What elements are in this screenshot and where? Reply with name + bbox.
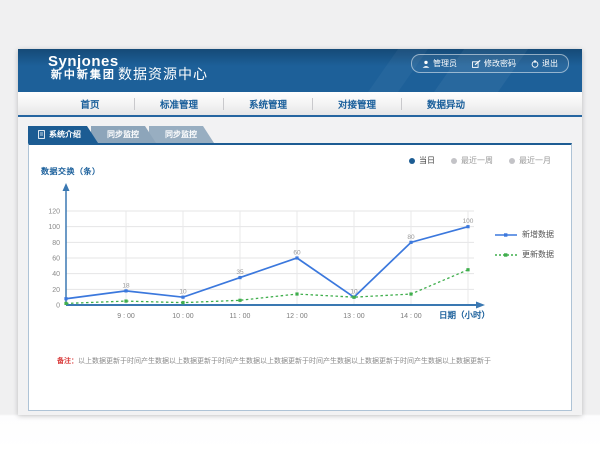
chart-legend: 新增数据更新数据 <box>495 229 554 260</box>
power-icon <box>531 60 539 68</box>
legend-label: 更新数据 <box>522 249 554 260</box>
user-icon <box>422 60 430 68</box>
logout-label: 退出 <box>542 58 558 69</box>
svg-text:10: 10 <box>179 289 187 296</box>
svg-text:35: 35 <box>236 269 244 276</box>
nav-item-4[interactable]: 对接管理 <box>313 97 401 111</box>
svg-text:11 : 00: 11 : 00 <box>230 313 251 320</box>
tab-bar: 系统介绍 同步监控 同步监控 <box>28 126 214 143</box>
svg-text:20: 20 <box>52 287 60 294</box>
svg-text:100: 100 <box>463 218 474 225</box>
tab-label: 同步监控 <box>165 129 197 140</box>
user-toolbar: 管理员 修改密码 退出 <box>411 54 569 73</box>
legend-label: 新增数据 <box>522 229 554 240</box>
footnote: 备注：以上数据更新于时间产生数据以上数据更新于时间产生数据以上数据更新于时间产生… <box>57 356 557 366</box>
change-password-button[interactable]: 修改密码 <box>472 58 516 69</box>
nav-item-2[interactable]: 标准管理 <box>135 97 223 111</box>
svg-text:80: 80 <box>52 240 60 247</box>
tab-label: 系统介绍 <box>49 129 81 140</box>
svg-text:12 : 00: 12 : 00 <box>286 313 308 320</box>
svg-text:40: 40 <box>52 271 60 278</box>
footnote-prefix: 备注： <box>57 358 78 365</box>
document-icon <box>38 130 45 139</box>
page-title: 数据资源中心 <box>118 64 208 84</box>
tab-label: 同步监控 <box>107 129 139 140</box>
tab-3[interactable]: 同步监控 <box>149 126 214 143</box>
svg-text:100: 100 <box>48 224 60 231</box>
screen: Synjones 新中新集团 数据资源中心 管理员 修改密码 退出 首页标准 <box>0 0 600 450</box>
legend-line-swatch <box>495 251 517 259</box>
x-axis-title: 日期（小时） <box>439 309 490 321</box>
logout-button[interactable]: 退出 <box>531 58 558 69</box>
tab-2[interactable]: 同步监控 <box>91 126 156 143</box>
legend-line-swatch <box>495 231 517 239</box>
svg-text:10: 10 <box>350 289 358 296</box>
footnote-text: 以上数据更新于时间产生数据以上数据更新于时间产生数据以上数据更新于时间产生数据以… <box>78 358 491 365</box>
page-body: 系统介绍同步监控同步监控 当日最近一周最近一月 数据交换（条） 02040608… <box>18 117 582 415</box>
svg-text:60: 60 <box>52 256 60 263</box>
legend-item-2[interactable]: 更新数据 <box>495 249 554 260</box>
svg-text:9 : 00: 9 : 00 <box>117 313 135 320</box>
svg-text:18: 18 <box>122 282 130 289</box>
app-header: Synjones 新中新集团 数据资源中心 管理员 修改密码 退出 <box>18 49 582 92</box>
app-window: Synjones 新中新集团 数据资源中心 管理员 修改密码 退出 首页标准 <box>18 49 582 415</box>
svg-text:0: 0 <box>56 303 60 310</box>
tab-1[interactable]: 系统介绍 <box>28 126 98 143</box>
exchange-line-chart: 0 20 40 60 80 100 120 9 : 00 10 : 00 11 : 00 12 : … <box>29 145 573 345</box>
svg-text:120: 120 <box>48 209 60 216</box>
nav-item-5[interactable]: 数据异动 <box>402 97 490 111</box>
admin-button[interactable]: 管理员 <box>422 58 457 69</box>
legend-item-1[interactable]: 新增数据 <box>495 229 554 240</box>
content-panel: 当日最近一周最近一月 数据交换（条） 0204060801001209 : 00… <box>28 143 572 411</box>
logo-text-en: Synjones <box>48 54 119 70</box>
nav-item-1[interactable]: 首页 <box>46 97 134 111</box>
admin-label: 管理员 <box>433 58 457 69</box>
svg-text:13 : 00: 13 : 00 <box>343 313 365 320</box>
logo-text-cn: 新中新集团 <box>48 70 119 82</box>
main-nav: 首页标准管理系统管理对接管理数据异动 <box>18 92 582 117</box>
nav-item-3[interactable]: 系统管理 <box>224 97 312 111</box>
svg-text:14 : 00: 14 : 00 <box>400 313 422 320</box>
edit-icon <box>472 60 481 68</box>
svg-text:80: 80 <box>407 234 415 241</box>
svg-text:60: 60 <box>293 250 301 257</box>
change-password-label: 修改密码 <box>484 58 516 69</box>
svg-text:10 : 00: 10 : 00 <box>172 313 194 320</box>
brand-logo: Synjones 新中新集团 <box>48 54 119 81</box>
